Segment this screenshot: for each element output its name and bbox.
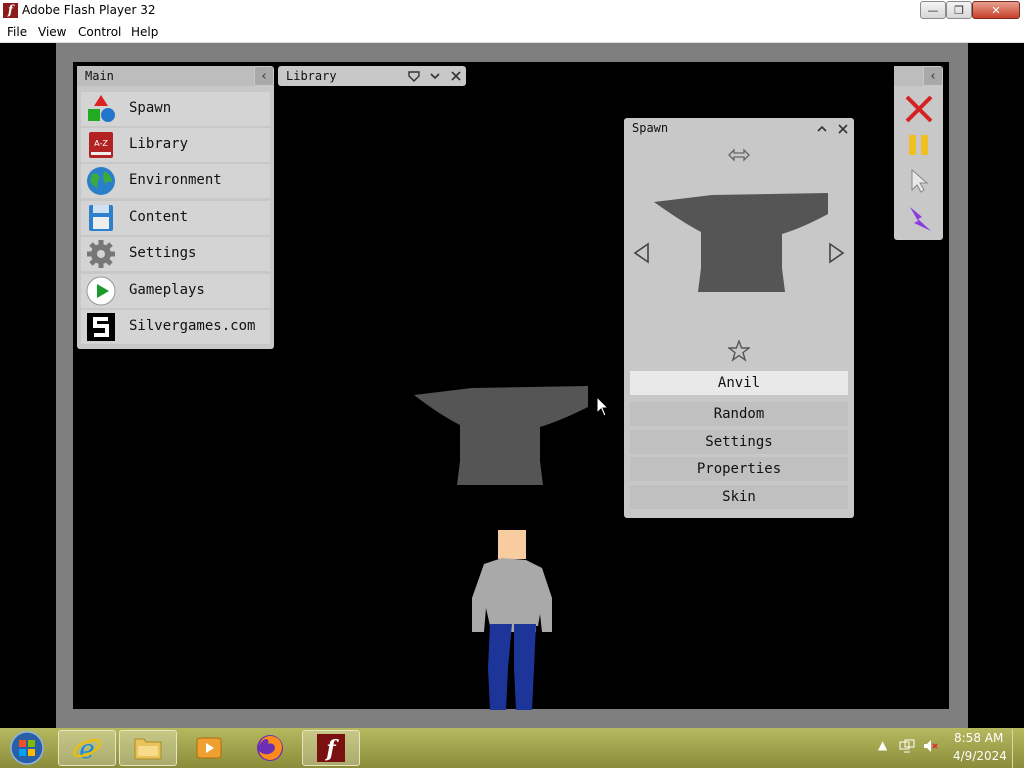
main-item-content[interactable]: Content xyxy=(81,201,270,235)
maximize-button[interactable]: ❐ xyxy=(946,1,972,19)
main-item-label: Environment xyxy=(129,172,222,188)
internet-explorer-icon: e xyxy=(73,735,101,763)
main-item-label: Content xyxy=(129,209,189,225)
flash-player-icon: f xyxy=(317,734,345,762)
gear-icon xyxy=(87,240,115,268)
network-icon[interactable] xyxy=(899,739,915,753)
main-item-label: Library xyxy=(129,136,189,152)
taskbar-media-player[interactable] xyxy=(180,730,238,766)
main-item-library[interactable]: A-Z Library xyxy=(81,128,270,162)
main-item-gameplays[interactable]: Gameplays xyxy=(81,274,270,308)
mouse-cursor-icon xyxy=(596,396,610,417)
tools-panel: ‹ xyxy=(894,66,943,240)
flash-app-icon: f xyxy=(3,3,18,18)
spawn-settings-button[interactable]: Settings xyxy=(630,430,848,454)
menu-view[interactable]: View xyxy=(38,25,66,39)
show-hidden-icons-icon[interactable]: ▲ xyxy=(878,738,887,752)
main-item-settings[interactable]: Settings xyxy=(81,237,270,271)
skin-button[interactable]: Skin xyxy=(630,485,848,509)
menu-control[interactable]: Control xyxy=(78,25,121,39)
flip-horizontal-icon[interactable] xyxy=(727,148,751,162)
shapes-icon xyxy=(88,95,115,122)
firefox-icon xyxy=(257,735,283,761)
filter-icon[interactable] xyxy=(405,67,423,85)
main-item-label: Silvergames.com xyxy=(129,318,256,334)
properties-button[interactable]: Properties xyxy=(630,457,848,481)
delete-x-icon[interactable] xyxy=(904,94,934,124)
previous-item-arrow-icon[interactable] xyxy=(632,242,652,264)
taskbar-flash-player[interactable]: f xyxy=(302,730,360,766)
play-icon xyxy=(86,276,116,306)
pause-icon[interactable] xyxy=(906,132,932,158)
start-button[interactable] xyxy=(8,730,46,766)
collapse-main-button[interactable]: ‹ xyxy=(255,67,273,85)
close-window-button[interactable]: ✕ xyxy=(972,1,1020,19)
favorite-star-icon[interactable] xyxy=(728,340,750,362)
ragdoll-character[interactable] xyxy=(468,528,558,710)
minimize-button[interactable]: — xyxy=(920,1,946,19)
folder-icon xyxy=(134,738,162,760)
book-az-icon: A-Z xyxy=(89,132,113,158)
menu-file[interactable]: File xyxy=(7,25,27,39)
main-panel-title: Main xyxy=(77,66,254,86)
cursor-tool-icon[interactable] xyxy=(908,168,930,194)
spawn-preview-anvil xyxy=(654,193,828,292)
system-tray: ▲ xyxy=(878,738,939,753)
svg-text:A-Z: A-Z xyxy=(94,139,108,148)
next-item-arrow-icon[interactable] xyxy=(826,242,846,264)
globe-icon xyxy=(87,167,115,195)
close-icon[interactable] xyxy=(834,120,852,138)
tools-panel-header xyxy=(894,66,923,86)
lightning-power-icon[interactable] xyxy=(904,204,934,234)
chevron-down-icon[interactable] xyxy=(426,67,444,85)
selected-item-name: Anvil xyxy=(630,371,848,395)
close-icon[interactable] xyxy=(447,67,465,85)
silvergames-logo-icon xyxy=(87,313,115,341)
menu-bar: File View Control Help xyxy=(0,22,1024,43)
window-title: Adobe Flash Player 32 xyxy=(22,3,156,17)
main-item-label: Gameplays xyxy=(129,282,205,298)
main-panel: Main ‹ Spawn A-Z Library Environment Con… xyxy=(77,66,274,349)
scene-anvil[interactable] xyxy=(410,385,590,487)
main-item-label: Spawn xyxy=(129,100,172,116)
main-item-label: Settings xyxy=(129,245,197,261)
chevron-up-icon[interactable] xyxy=(813,120,831,138)
library-panel: Library xyxy=(278,66,466,86)
volume-muted-icon[interactable] xyxy=(923,739,939,753)
main-item-silvergames[interactable]: Silvergames.com xyxy=(81,310,270,344)
taskbar-internet-explorer[interactable]: e xyxy=(58,730,116,766)
spawn-panel: Spawn Anvil Random Settings Properties S… xyxy=(624,118,854,518)
taskbar-firefox[interactable] xyxy=(241,730,299,766)
clock-time[interactable]: 8:58 AM xyxy=(954,731,1003,745)
floppy-icon xyxy=(89,205,113,231)
media-player-icon xyxy=(196,737,222,759)
random-button[interactable]: Random xyxy=(630,402,848,426)
taskbar-file-explorer[interactable] xyxy=(119,730,177,766)
collapse-tools-button[interactable]: ‹ xyxy=(924,67,942,85)
menu-help[interactable]: Help xyxy=(131,25,158,39)
library-panel-title: Library xyxy=(286,69,337,83)
main-item-environment[interactable]: Environment xyxy=(81,164,270,198)
show-desktop-button[interactable] xyxy=(1012,729,1024,768)
clock-date[interactable]: 4/9/2024 xyxy=(953,749,1007,763)
main-item-spawn[interactable]: Spawn xyxy=(81,92,270,126)
